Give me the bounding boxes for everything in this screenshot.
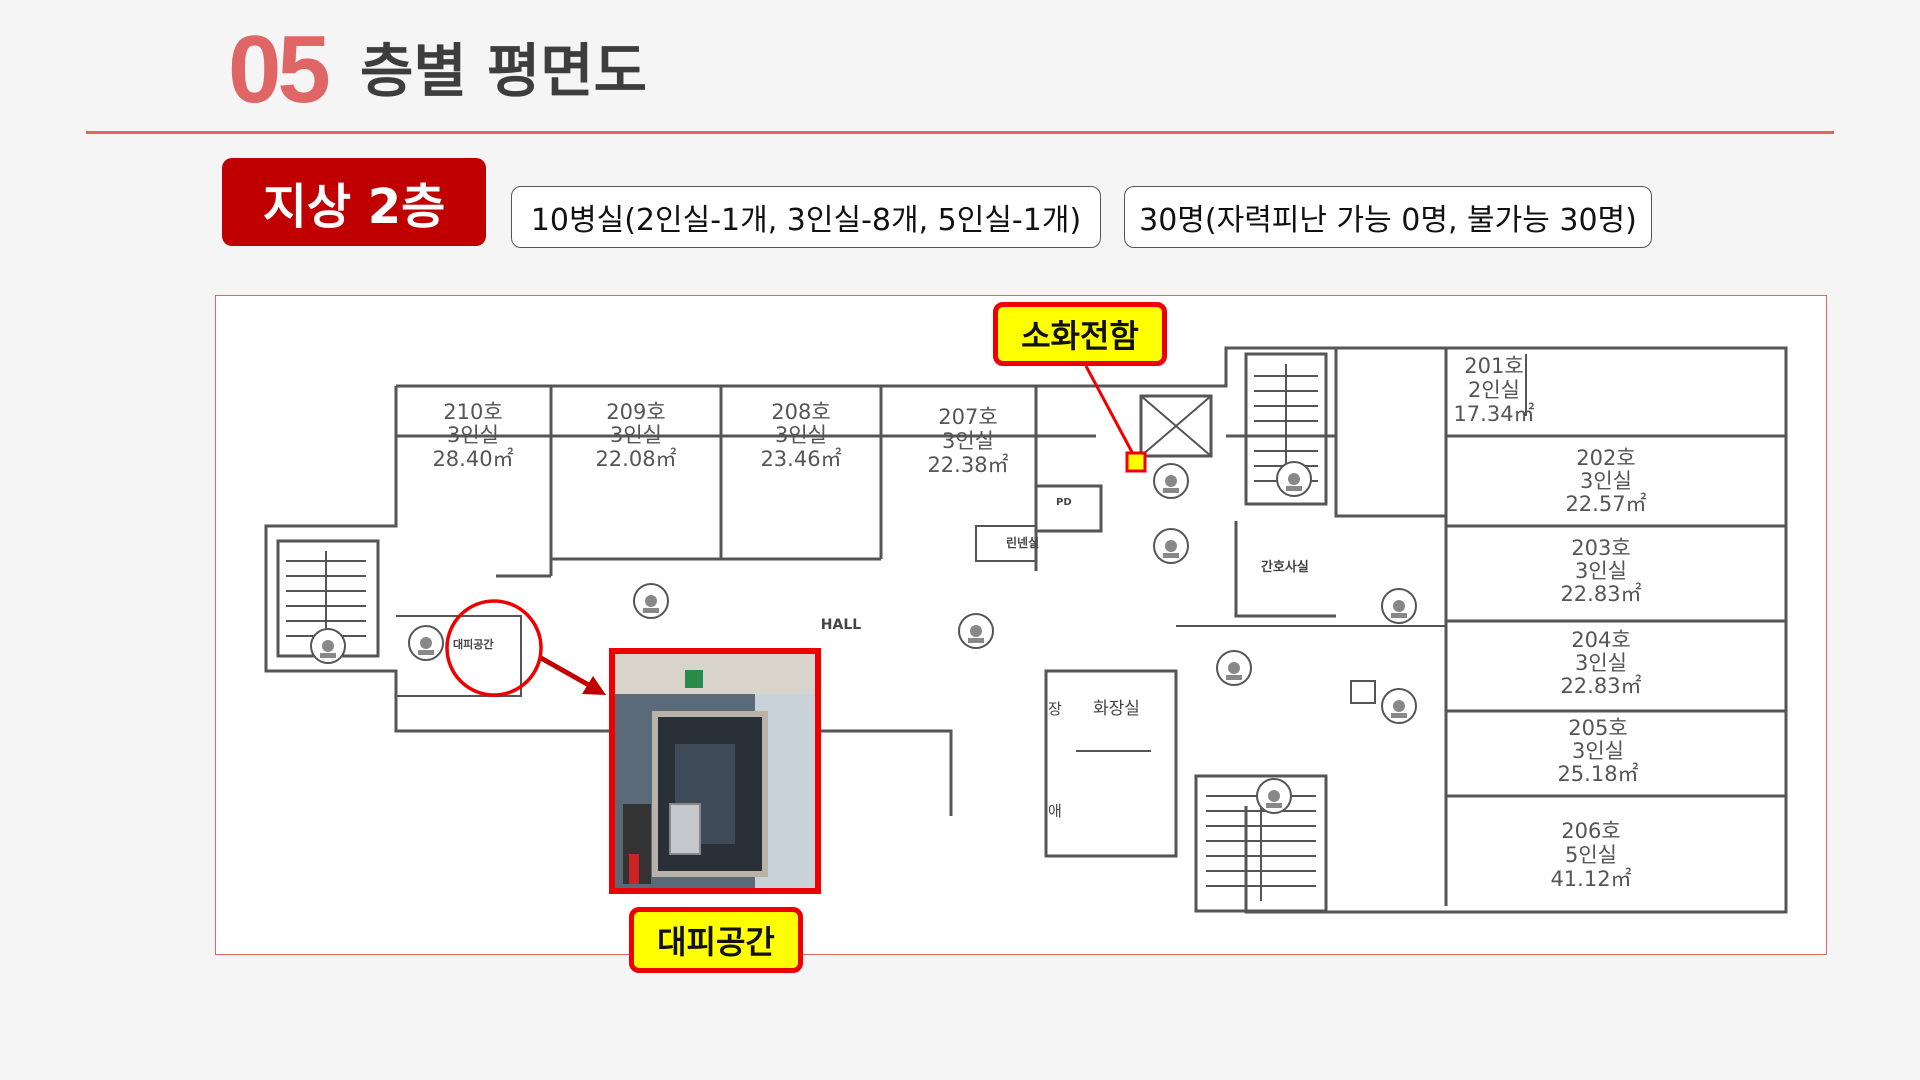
refuge-arrow <box>539 655 596 691</box>
fire-hydrant-callout: 소화전함 <box>993 302 1167 366</box>
restroom-jang-label: 장 <box>1048 700 1062 718</box>
room-208-area: 23.46㎡ <box>760 447 841 471</box>
linen-room-label: 린넨실 <box>1006 535 1039 550</box>
floor-plan: 210호 3인실 28.40㎡ 209호 3인실 22.08㎡ 208호 3인실… <box>264 346 1788 914</box>
room-208-number: 208호 <box>771 400 830 424</box>
room-201-number: 201호 <box>1464 354 1523 378</box>
room-206-number: 206호 <box>1561 819 1620 843</box>
room-210-area: 28.40㎡ <box>432 447 513 471</box>
room-205-area: 25.18㎡ <box>1557 762 1638 786</box>
pd-label: PD <box>1056 497 1072 508</box>
room-210-number: 210호 <box>443 400 502 424</box>
room-203-type: 3인실 <box>1575 559 1627 583</box>
section-number: 05 <box>228 16 331 123</box>
restroom-ae-label: 애 <box>1048 802 1062 820</box>
room-201-area: 17.34㎡ <box>1453 402 1534 426</box>
nurse-station-label: 간호사실 <box>1261 559 1309 575</box>
detector-icon <box>1381 688 1417 724</box>
fire-hydrant-pointer <box>1084 365 1135 455</box>
room-209-area: 22.08㎡ <box>595 447 676 471</box>
room-209-type: 3인실 <box>610 423 662 447</box>
room-210-type: 3인실 <box>447 423 499 447</box>
detector-icon <box>1256 778 1292 814</box>
room-204-type: 3인실 <box>1575 651 1627 675</box>
refuge-space-photo <box>609 648 821 894</box>
room-204-area: 22.83㎡ <box>1560 674 1641 698</box>
detector-icon <box>1276 461 1312 497</box>
room-207-area: 22.38㎡ <box>927 453 1008 477</box>
room-202-number: 202호 <box>1576 446 1635 470</box>
room-203-area: 22.83㎡ <box>1560 582 1641 606</box>
room-203-number: 203호 <box>1571 536 1630 560</box>
detector-icon <box>1216 650 1252 686</box>
room-206-type: 5인실 <box>1565 843 1617 867</box>
header-divider <box>86 131 1834 134</box>
room-205-type: 3인실 <box>1572 739 1624 763</box>
floor-badge: 지상 2층 <box>222 158 486 246</box>
detector-icon <box>408 625 444 661</box>
room-202-type: 3인실 <box>1580 469 1632 493</box>
room-201-type: 2인실 <box>1468 378 1520 402</box>
room-205-number: 205호 <box>1568 716 1627 740</box>
restroom-label: 화장실 <box>1093 699 1140 719</box>
room-209-number: 209호 <box>606 400 665 424</box>
rooms-summary-box: 10병실(2인실-1개, 3인실-8개, 5인실-1개) <box>511 186 1101 248</box>
people-summary-box: 30명(자력피난 가능 0명, 불가능 30명) <box>1124 186 1652 248</box>
hall-label: HALL <box>821 617 861 633</box>
room-208-type: 3인실 <box>775 423 827 447</box>
detector-icon <box>633 583 669 619</box>
detector-icon <box>958 613 994 649</box>
refuge-space-callout: 대피공간 <box>629 907 803 973</box>
room-202-area: 22.57㎡ <box>1565 492 1646 516</box>
detector-icon <box>310 628 346 664</box>
fire-hydrant-marker <box>1125 451 1147 473</box>
refuge-plan-label: 대피공간 <box>453 637 493 651</box>
room-207-type: 3인실 <box>942 429 994 453</box>
page-title: 층별 평면도 <box>360 37 647 105</box>
detector-icon <box>1153 528 1189 564</box>
floor-plan-frame: 210호 3인실 28.40㎡ 209호 3인실 22.08㎡ 208호 3인실… <box>215 295 1827 955</box>
room-206-area: 41.12㎡ <box>1550 867 1631 891</box>
detector-icon <box>1153 463 1189 499</box>
room-204-number: 204호 <box>1571 628 1630 652</box>
detector-icon <box>1381 588 1417 624</box>
room-207-number: 207호 <box>938 405 997 429</box>
